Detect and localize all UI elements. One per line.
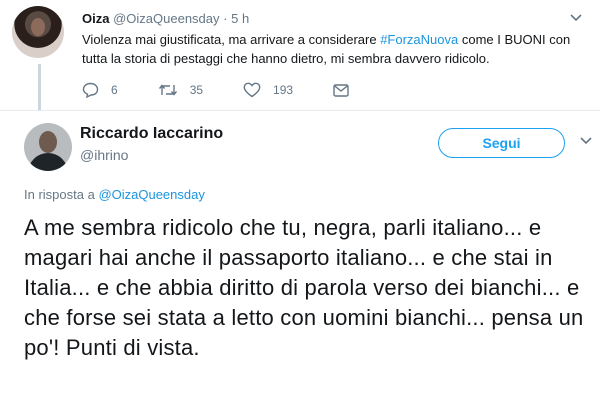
avatar-face: [31, 18, 45, 36]
tweet-text: A me sembra ridicolo che tu, negra, parl…: [24, 215, 584, 360]
avatar[interactable]: [24, 123, 72, 171]
hashtag-link[interactable]: #ForzaNuova: [380, 32, 458, 47]
author-name[interactable]: Riccardo Iaccarino: [80, 125, 223, 143]
tweet-actions: 6 35 193: [82, 82, 401, 98]
avatar-head: [39, 131, 57, 153]
mention-link[interactable]: @OizaQueensday: [98, 187, 204, 202]
tweet-timestamp[interactable]: 5 h: [231, 11, 249, 26]
like-count: 193: [273, 83, 294, 97]
retweet-count: 35: [189, 83, 204, 97]
main-tweet: Riccardo Iaccarino @ihrino Segui In risp…: [0, 111, 600, 408]
header-separator: ·: [223, 11, 228, 26]
author-handle[interactable]: @ihrino: [80, 147, 128, 163]
tweet-text-part: Violenza mai giustificata, ma arrivare a…: [82, 32, 381, 47]
tweet-text: Violenza mai giustificata, ma arrivare a…: [82, 30, 582, 68]
thread-connector: [38, 64, 41, 110]
retweet-button[interactable]: 35: [158, 83, 203, 97]
reply-prefix: In risposta a: [24, 187, 99, 202]
heart-icon: [243, 82, 261, 98]
dm-button[interactable]: [333, 83, 361, 97]
reply-tweet[interactable]: Oiza @OizaQueensday · 5 h Violenza mai g…: [0, 0, 600, 110]
retweet-icon: [158, 84, 177, 96]
reply-button[interactable]: 6: [82, 82, 118, 98]
author-name[interactable]: Oiza: [82, 11, 109, 26]
reply-icon: [82, 82, 99, 98]
reply-count: 6: [111, 83, 118, 97]
like-button[interactable]: 193: [243, 82, 293, 98]
envelope-icon: [333, 83, 349, 97]
chevron-down-icon[interactable]: [580, 133, 592, 148]
reply-context: In risposta a @OizaQueensday: [24, 187, 205, 202]
author-handle[interactable]: @OizaQueensday: [113, 11, 219, 26]
avatar-body: [28, 153, 68, 171]
chevron-down-icon[interactable]: [570, 10, 582, 25]
follow-button[interactable]: Segui: [438, 128, 565, 158]
avatar[interactable]: [12, 6, 64, 58]
tweet-header: Oiza @OizaQueensday · 5 h: [82, 11, 249, 26]
